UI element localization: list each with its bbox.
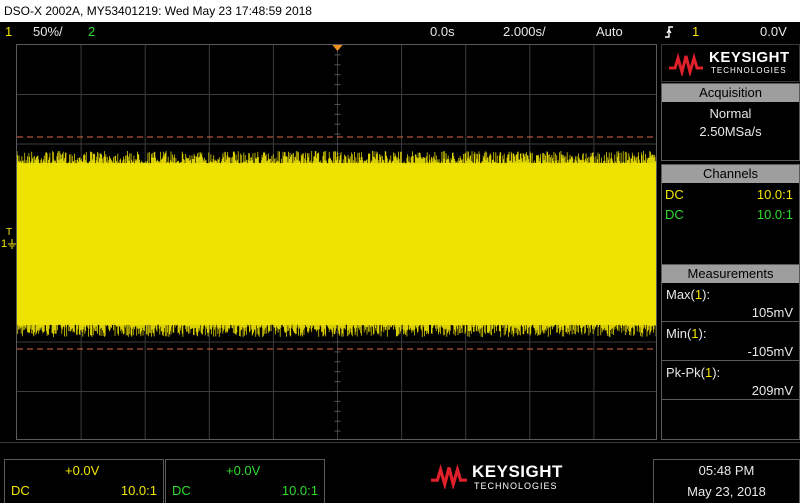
acquisition-mode: Normal [709, 106, 752, 121]
time-offset[interactable]: 0.0s [430, 22, 455, 42]
acquisition-panel[interactable]: Acquisition Normal 2.50MSa/s [661, 83, 800, 161]
ch1-number[interactable]: 1 [5, 22, 12, 42]
measurement-label-min: Min(1): [666, 326, 707, 341]
ch2-probe: 10.0:1 [756, 207, 793, 222]
clock-time: 05:48 PM [698, 463, 755, 478]
trigger-source[interactable]: 1 [692, 22, 699, 42]
measurement-value-max: 105mV [662, 304, 799, 322]
bottom-brand-name: KEYSIGHT [472, 462, 563, 481]
acquisition-header: Acquisition [662, 84, 799, 102]
channels-panel[interactable]: Channels DC 10.0:1 DC 10.0:1 [661, 164, 800, 266]
brand-sub: TECHNOLOGIES [711, 66, 787, 75]
clock[interactable]: 05:48 PM May 23, 2018 [653, 459, 800, 503]
ch2-offset: +0.0V [226, 463, 261, 478]
graticule [17, 45, 656, 439]
measurement-label-pkpk: Pk-Pk(1): [666, 365, 721, 380]
measurement-value-pkpk: 209mV [662, 382, 799, 400]
acquisition-rate: 2.50MSa/s [699, 124, 762, 139]
keysight-logo-icon [431, 464, 467, 489]
ch2-coupling: DC [665, 207, 684, 222]
ch2-number[interactable]: 2 [88, 22, 95, 42]
bottom-bar: +0.0V DC 10.0:1 +0.0V DC 10.0:1 KEYSIGHT… [0, 442, 800, 503]
ch1-softkey[interactable]: +0.0V DC 10.0:1 [4, 459, 164, 503]
ch2-bottom-coupling: DC [172, 483, 191, 498]
ch1-ground-marker[interactable]: 1 [1, 238, 7, 250]
channels-header: Channels [662, 165, 799, 183]
status-row: 1 50%/ 2 0.0s 2.000s/ Auto 1 0.0V [0, 22, 800, 42]
keysight-logo-icon [669, 52, 703, 76]
ch1-offset: +0.0V [65, 463, 100, 478]
channel-row-1[interactable]: DC 10.0:1 [662, 185, 799, 205]
measurement-label-max: Max(1): [666, 287, 711, 302]
trigger-marker[interactable]: T [6, 227, 12, 238]
measurement-value-min: -105mV [662, 343, 799, 361]
ch2-bottom-probe: 10.0:1 [281, 483, 318, 498]
rising-edge-icon [664, 22, 674, 46]
channel-row-2[interactable]: DC 10.0:1 [662, 205, 799, 225]
ch1-bottom-probe: 10.0:1 [120, 483, 157, 498]
window-title: DSO-X 2002A, MY53401219: Wed May 23 17:4… [0, 0, 800, 22]
ch1-scale[interactable]: 50%/ [33, 22, 63, 42]
channel-markers: T 1 [0, 44, 16, 440]
bottom-brand-sub: TECHNOLOGIES [474, 481, 558, 491]
clock-date: May 23, 2018 [687, 484, 766, 499]
trigger-mode[interactable]: Auto [596, 22, 623, 42]
measurements-header: Measurements [662, 265, 799, 283]
brand-name: KEYSIGHT [709, 49, 790, 66]
ch1-coupling: DC [665, 187, 684, 202]
side-panel: KEYSIGHT TECHNOLOGIES Acquisition Normal… [659, 44, 800, 440]
trigger-position-marker [332, 45, 343, 51]
trigger-level[interactable]: 0.0V [760, 22, 787, 42]
time-scale[interactable]: 2.000s/ [503, 22, 546, 42]
ch2-softkey[interactable]: +0.0V DC 10.0:1 [165, 459, 325, 503]
measurements-panel[interactable]: Measurements Max(1): 105mV Min(1): -105m… [661, 264, 800, 440]
ground-icon [8, 239, 16, 252]
brand-header: KEYSIGHT TECHNOLOGIES [661, 44, 800, 82]
ch1-bottom-coupling: DC [11, 483, 30, 498]
ch1-probe: 10.0:1 [756, 187, 793, 202]
waveform-display[interactable] [16, 44, 657, 440]
waveform-trace [17, 151, 656, 337]
